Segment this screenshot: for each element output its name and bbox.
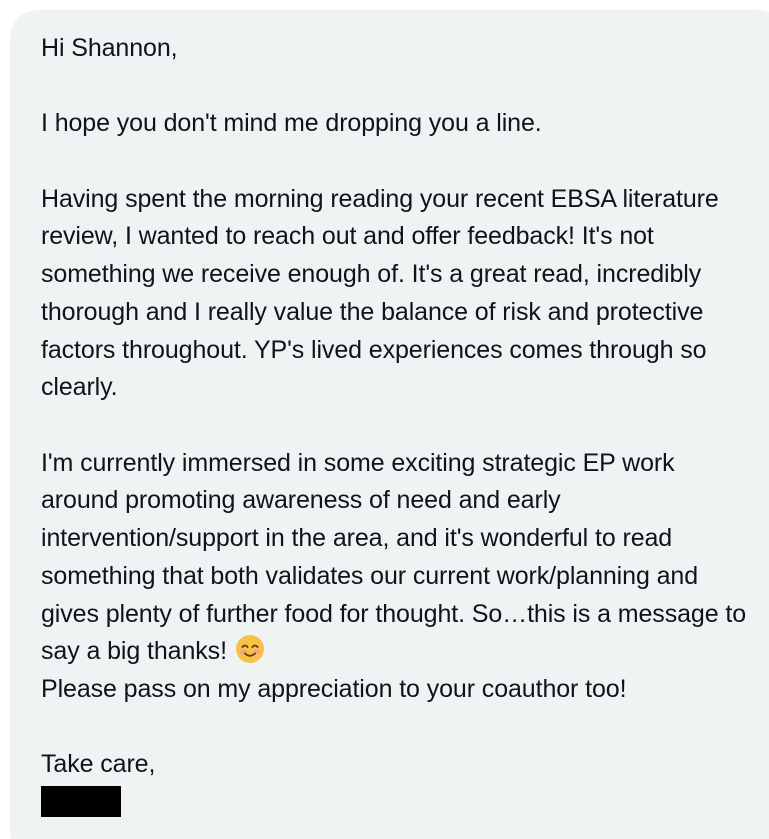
redacted-signature — [41, 786, 121, 817]
paragraph-3-end: Please pass on my appreciation to your c… — [41, 674, 627, 703]
paragraph-1: I hope you don't mind me dropping you a … — [41, 109, 542, 138]
paragraph-3: I'm currently immersed in some exciting … — [41, 445, 756, 709]
greeting: Hi Shannon, — [41, 34, 178, 62]
message-body: Hi Shannon, I hope you don't mind me dro… — [41, 30, 756, 817]
paragraph-2: Having spent the morning reading your re… — [41, 184, 719, 402]
smiling-face-with-smiling-eyes-icon — [235, 634, 265, 664]
closing: Take care, — [41, 750, 156, 779]
screenshot-page: Hi Shannon, I hope you don't mind me dro… — [0, 0, 769, 839]
paragraph-3-main: I'm currently immersed in some exciting … — [41, 448, 746, 666]
